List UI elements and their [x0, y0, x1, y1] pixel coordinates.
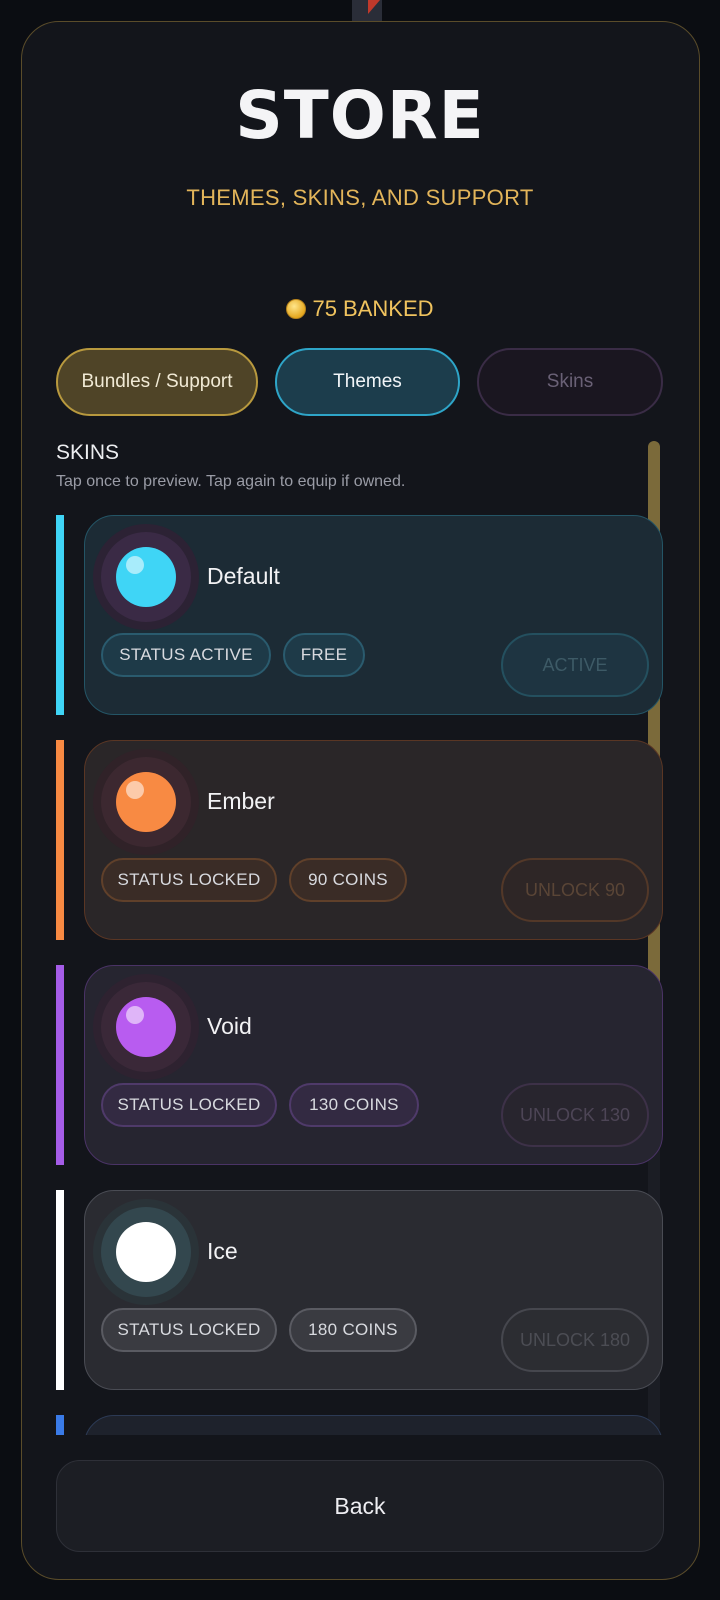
status-badge: STATUS ACTIVE — [101, 633, 271, 677]
tab-themes[interactable]: Themes — [275, 348, 460, 416]
accent-bar — [56, 1415, 64, 1435]
tab-bundles-support[interactable]: Bundles / Support — [56, 348, 258, 416]
banked-coins: 75 BANKED — [0, 296, 720, 322]
price-badge: 130 COINS — [289, 1083, 419, 1127]
page-title: STORE — [235, 77, 485, 154]
skin-orb-icon — [116, 547, 176, 607]
orb-frame — [101, 1207, 191, 1297]
price-badge: FREE — [283, 633, 365, 677]
skin-orb-icon — [116, 997, 176, 1057]
section-title: SKINS — [56, 441, 120, 464]
orb-frame — [101, 532, 191, 622]
accent-bar — [56, 515, 64, 715]
status-badge: STATUS LOCKED — [101, 1083, 277, 1127]
background-strip — [352, 0, 382, 22]
section-hint: Tap once to preview. Tap again to equip … — [56, 473, 406, 490]
skin-row-ice: Ice STATUS LOCKED 180 COINS UNLOCK 180 — [40, 1190, 665, 1390]
skin-name: Void — [207, 1013, 252, 1039]
accent-bar — [56, 740, 64, 940]
orb-frame — [101, 982, 191, 1072]
skin-card-ember[interactable]: Ember STATUS LOCKED 90 COINS UNLOCK 90 — [84, 740, 663, 940]
page-subtitle: THEMES, SKINS, AND SUPPORT — [186, 185, 534, 210]
skin-row-void: Void STATUS LOCKED 130 COINS UNLOCK 130 — [40, 965, 665, 1165]
accent-bar — [56, 1190, 64, 1390]
unlock-button[interactable]: UNLOCK 180 — [501, 1308, 649, 1372]
skin-name: Default — [207, 563, 280, 589]
skin-card-ice[interactable]: Ice STATUS LOCKED 180 COINS UNLOCK 180 — [84, 1190, 663, 1390]
orb-frame — [101, 757, 191, 847]
skin-orb-icon — [116, 772, 176, 832]
status-badge: STATUS LOCKED — [101, 858, 277, 902]
skin-card-void[interactable]: Void STATUS LOCKED 130 COINS UNLOCK 130 — [84, 965, 663, 1165]
accent-bar — [56, 965, 64, 1165]
skin-card-partial[interactable] — [84, 1415, 663, 1435]
status-badge: STATUS LOCKED — [101, 1308, 277, 1352]
unlock-button[interactable]: UNLOCK 90 — [501, 858, 649, 922]
unlock-button[interactable]: UNLOCK 130 — [501, 1083, 649, 1147]
price-badge: 180 COINS — [289, 1308, 417, 1352]
skin-card-default[interactable]: Default STATUS ACTIVE FREE ACTIVE — [84, 515, 663, 715]
back-button[interactable]: Back — [56, 1460, 664, 1552]
price-badge: 90 COINS — [289, 858, 407, 902]
skin-row-ember: Ember STATUS LOCKED 90 COINS UNLOCK 90 — [40, 740, 665, 940]
skin-name: Ice — [207, 1238, 238, 1264]
skins-list: Default STATUS ACTIVE FREE ACTIVE Ember … — [40, 515, 665, 1435]
coin-icon — [286, 299, 307, 319]
skin-row-default: Default STATUS ACTIVE FREE ACTIVE — [40, 515, 665, 715]
skin-name: Ember — [207, 788, 275, 814]
banked-label: 75 BANKED — [312, 296, 434, 321]
active-button[interactable]: ACTIVE — [501, 633, 649, 697]
skin-orb-icon — [116, 1222, 176, 1282]
skin-row-partial — [40, 1415, 665, 1435]
tab-skins[interactable]: Skins — [477, 348, 663, 416]
